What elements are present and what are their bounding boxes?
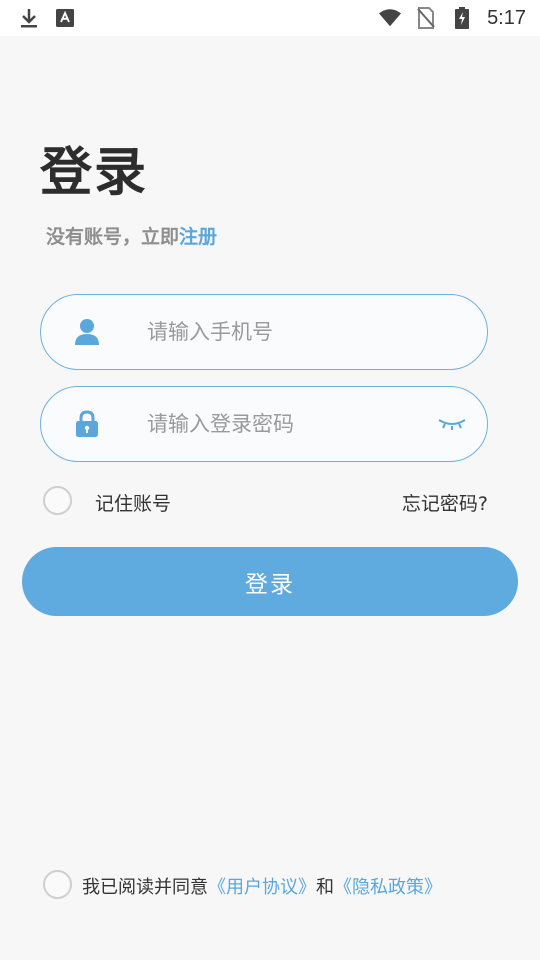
remember-account-label[interactable]: 记住账号 xyxy=(95,489,171,516)
lock-icon xyxy=(76,410,98,437)
agreement-radio[interactable] xyxy=(43,870,72,899)
page-title: 登录 xyxy=(40,143,149,203)
wifi-icon xyxy=(379,7,402,29)
battery-charging-icon xyxy=(451,7,473,29)
agreement-prefix: 我已阅读并同意 xyxy=(82,877,208,898)
agreement-and: 和 xyxy=(316,877,334,898)
password-input-box[interactable] xyxy=(40,386,488,462)
status-bar-left xyxy=(18,7,76,29)
download-icon xyxy=(18,7,40,29)
remember-account-radio[interactable] xyxy=(43,486,72,515)
status-time: 5:17 xyxy=(487,6,526,29)
register-link[interactable]: 注册 xyxy=(179,226,217,248)
phone-input-box[interactable] xyxy=(40,294,488,370)
status-bar: 5:17 xyxy=(0,0,540,36)
forgot-password-link[interactable]: 忘记密码? xyxy=(402,489,488,516)
no-sim-icon xyxy=(415,7,437,29)
keyboard-a-icon xyxy=(54,7,76,29)
password-input[interactable] xyxy=(147,387,417,461)
user-icon xyxy=(75,319,99,345)
login-button[interactable]: 登录 xyxy=(22,547,518,616)
phone-input[interactable] xyxy=(147,295,417,369)
agreement-text: 我已阅读并同意《用户协议》和《隐私政策》 xyxy=(82,873,442,899)
no-account-text: 没有账号，立即 xyxy=(46,226,180,248)
register-prompt: 没有账号，立即注册 xyxy=(46,222,217,249)
login-screen: 5:17 登录 没有账号，立即注册 记住账号 忘记密码? 登录 xyxy=(0,0,540,960)
user-agreement-link[interactable]: 《用户协议》 xyxy=(208,877,316,898)
privacy-policy-link[interactable]: 《隐私政策》 xyxy=(334,877,442,898)
eye-closed-icon[interactable] xyxy=(437,416,467,432)
status-bar-right: 5:17 xyxy=(379,7,526,30)
